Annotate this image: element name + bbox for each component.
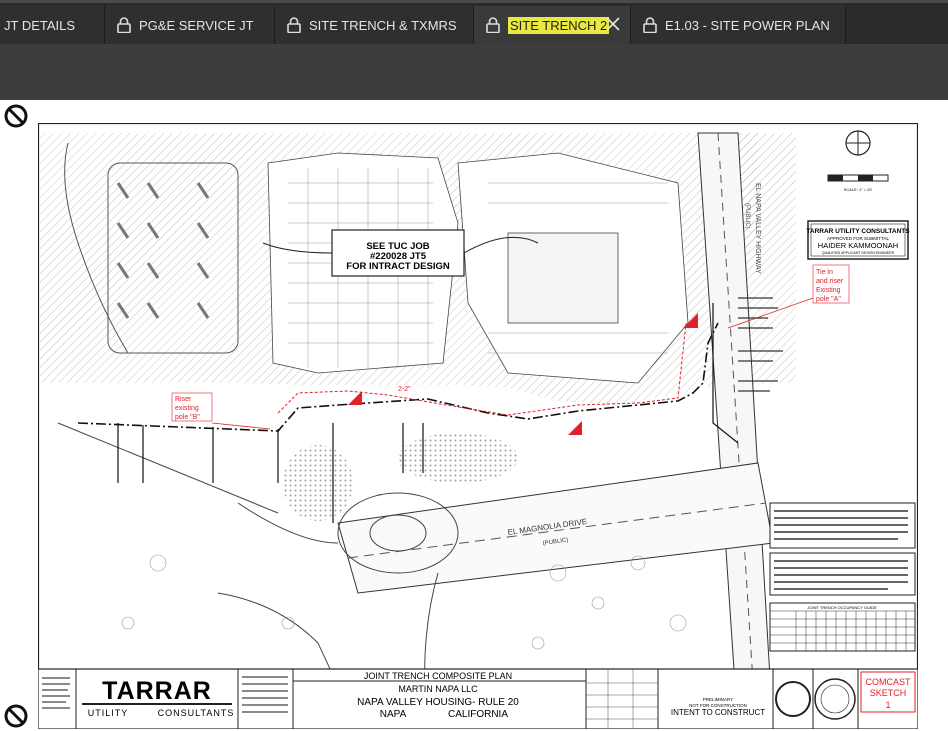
table-heading: JOINT TRENCH OCCUPANCY GUIDE	[807, 605, 877, 610]
highway-label: EL NAPA VALLEY HIGHWAY	[754, 183, 761, 274]
svg-text:TARRAR UTILITY CONSULTANTS: TARRAR UTILITY CONSULTANTS	[806, 228, 910, 235]
lock-icon	[287, 17, 301, 33]
logo-consultants: CONSULTANTS	[158, 708, 235, 718]
svg-text:QUALIFIED APPLICANT DESIGN ENG: QUALIFIED APPLICANT DESIGN ENGINEER	[822, 251, 895, 255]
document-sheet[interactable]: SEE TUC JOB #220028 JT5 FOR INTRACT DESI…	[0, 100, 948, 731]
tab-label: E1.03 - SITE POWER PLAN	[665, 17, 830, 33]
close-icon[interactable]	[604, 15, 622, 33]
lock-icon	[486, 17, 500, 33]
tab-label: SITE TRENCH & TXMRS	[309, 17, 457, 33]
site-plan-drawing: SEE TUC JOB #220028 JT5 FOR INTRACT DESI…	[38, 123, 918, 729]
svg-text:pole "A": pole "A"	[816, 296, 841, 303]
tab-site-trench-2[interactable]: SITE TRENCH 2	[474, 6, 631, 44]
svg-text:HAIDER KAMMOONAH: HAIDER KAMMOONAH	[818, 241, 898, 250]
tab-bar: JT DETAILS PG&E SERVICE JT SITE TRENCH &…	[0, 0, 948, 44]
preliminary-label: PRELIMINARY	[703, 697, 733, 702]
svg-text:pole "B": pole "B"	[175, 414, 200, 421]
approval-stamp: TARRAR UTILITY CONSULTANTS APPROVED FOR …	[806, 220, 910, 260]
svg-text:and riser: and riser	[816, 278, 844, 285]
no-entry-icon	[4, 104, 28, 128]
tab-label: JT DETAILS	[4, 17, 76, 33]
svg-text:Existing: Existing	[816, 287, 841, 294]
sketch-number: 1	[885, 700, 890, 710]
title-block: TARRAR UTILITY CONSULTANTS JOINT TRENCH …	[38, 668, 918, 729]
state: CALIFORNIA	[448, 709, 508, 720]
plan-title: JOINT TRENCH COMPOSITE PLAN	[364, 671, 512, 681]
svg-text:Riser: Riser	[175, 396, 192, 403]
scale-label: SCALE: 1" = 20'	[844, 187, 873, 192]
tab-pge-service-jt[interactable]: PG&E SERVICE JT	[105, 6, 275, 44]
no-entry-icon	[4, 704, 28, 728]
callout-line-3: FOR INTRACT DESIGN	[346, 261, 450, 272]
city: NAPA	[380, 709, 407, 720]
svg-text:existing: existing	[175, 405, 199, 412]
intent-to-construct-label: INTENT TO CONSTRUCT	[671, 708, 765, 717]
lock-icon	[643, 17, 657, 33]
tab-label: PG&E SERVICE JT	[139, 17, 254, 33]
occupancy-table: JOINT TRENCH OCCUPANCY GUIDE	[769, 602, 916, 652]
viewer-toolbar-area	[0, 44, 948, 100]
client-name: MARTIN NAPA LLC	[398, 684, 478, 694]
tab-e103-site-power-plan[interactable]: E1.03 - SITE POWER PLAN	[631, 6, 846, 44]
logo-utility: UTILITY	[88, 708, 129, 718]
dimension-label: 2-2"	[398, 386, 411, 393]
project-name: NAPA VALLEY HOUSING- RULE 20	[357, 697, 519, 708]
tab-site-trench-txmrs[interactable]: SITE TRENCH & TXMRS	[275, 6, 474, 44]
sketch-label-1: COMCAST	[866, 677, 912, 687]
tab-label: SITE TRENCH 2	[508, 16, 610, 34]
lock-icon	[117, 17, 131, 33]
tab-jt-details[interactable]: JT DETAILS	[0, 6, 105, 44]
sketch-label-2: SKETCH	[870, 688, 907, 698]
seal-icon	[775, 681, 811, 717]
company-logo-text: TARRAR	[102, 677, 212, 705]
svg-text:Tie in: Tie in	[816, 269, 833, 276]
highway-sub-label: (PUBLIC)	[744, 203, 750, 229]
